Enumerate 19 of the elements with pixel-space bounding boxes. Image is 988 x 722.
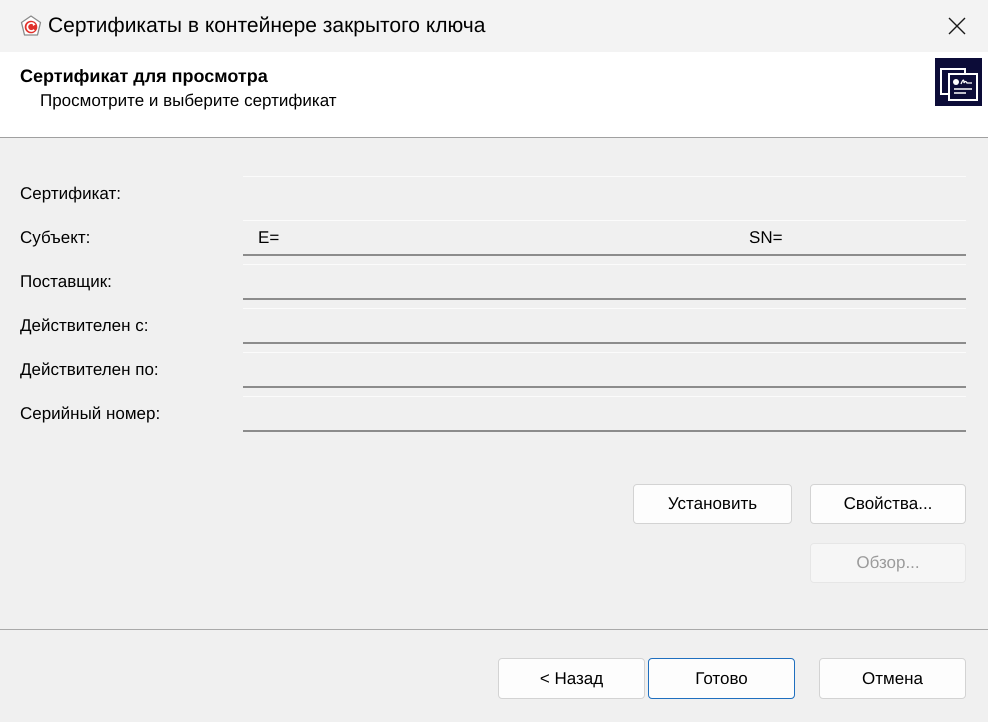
app-logo-icon — [20, 15, 42, 37]
text-field[interactable]: SN= — [745, 220, 966, 256]
page-title: Сертификат для просмотра — [20, 65, 269, 88]
field-label: Сертификат: — [20, 183, 122, 206]
wizard-button[interactable]: < Назад — [498, 658, 645, 699]
certificate-cards-icon — [935, 58, 982, 106]
field-label: Серийный номер: — [20, 403, 162, 426]
action-button[interactable]: Свойства... — [810, 484, 966, 524]
close-icon — [948, 17, 966, 35]
page-subtitle: Просмотрите и выберите сертификат — [39, 90, 337, 112]
wizard-button[interactable]: Готово — [648, 658, 795, 699]
text-field[interactable]: E= — [243, 220, 745, 256]
field-label: Субъект: — [20, 227, 92, 250]
field-label: Поставщик: — [20, 271, 113, 294]
action-button[interactable]: Установить — [633, 484, 792, 524]
window-title: Сертификаты в контейнере закрытого ключа — [48, 13, 486, 40]
wizard-button[interactable]: Отмена — [819, 658, 966, 699]
field-label: Действителен по: — [20, 359, 160, 382]
field-label: Действителен с: — [20, 315, 150, 338]
